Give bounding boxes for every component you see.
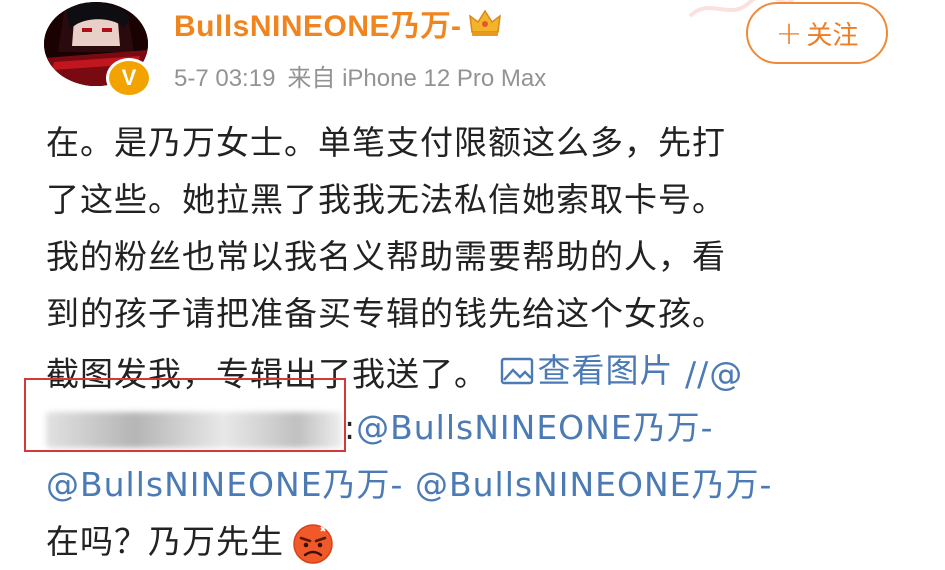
body-line: 我的粉丝也常以我名义帮助需要帮助的人，看 [46,237,726,276]
post-body: 在。是乃万女士。单笔支付限额这么多，先打 了这些。她拉黑了我我无法私信她索取卡号… [46,114,926,570]
author-row: BullsNINEONE乃万- [174,0,502,46]
verified-badge-icon: V [106,58,152,98]
body-line: @BullsNINEONE乃万- @BullsNINEONE乃万- [46,456,926,513]
image-icon [500,357,533,384]
post-source: 来自 iPhone 12 Pro Max [287,65,547,92]
body-line: 了这些。她拉黑了我我无法私信她索取卡号。 [46,180,726,219]
follow-button[interactable]: + 关注 [746,2,888,64]
view-image-label: 查看图片 [537,351,674,390]
angry-emoji-icon [293,523,333,564]
plus-icon: + [775,14,803,52]
body-line: 在。是乃万女士。单笔支付限额这么多，先打 [46,123,726,162]
mention-link[interactable]: @BullsNINEONE乃万- [356,408,713,447]
post-date: 5-7 03:19 [174,65,276,92]
follow-label: 关注 [806,20,859,51]
highlight-box [24,378,346,452]
mention-link[interactable]: @BullsNINEONE乃万- [415,465,772,504]
body-line: 在吗？乃万先生 [46,513,926,570]
repost-mention-start[interactable]: //@ [674,355,744,394]
body-text: 在吗？乃万先生 [46,522,284,561]
mention-link[interactable]: @BullsNINEONE乃万- [46,465,403,504]
body-line: 到的孩子请把准备买专辑的钱先给这个女孩。 [46,294,726,333]
view-image-link[interactable]: 查看图片 [500,342,674,399]
author-name[interactable]: BullsNINEONE乃万- [174,1,462,45]
crown-badge-icon [468,9,501,36]
post-meta: 5-7 03:19 来自 iPhone 12 Pro Max [174,58,546,93]
